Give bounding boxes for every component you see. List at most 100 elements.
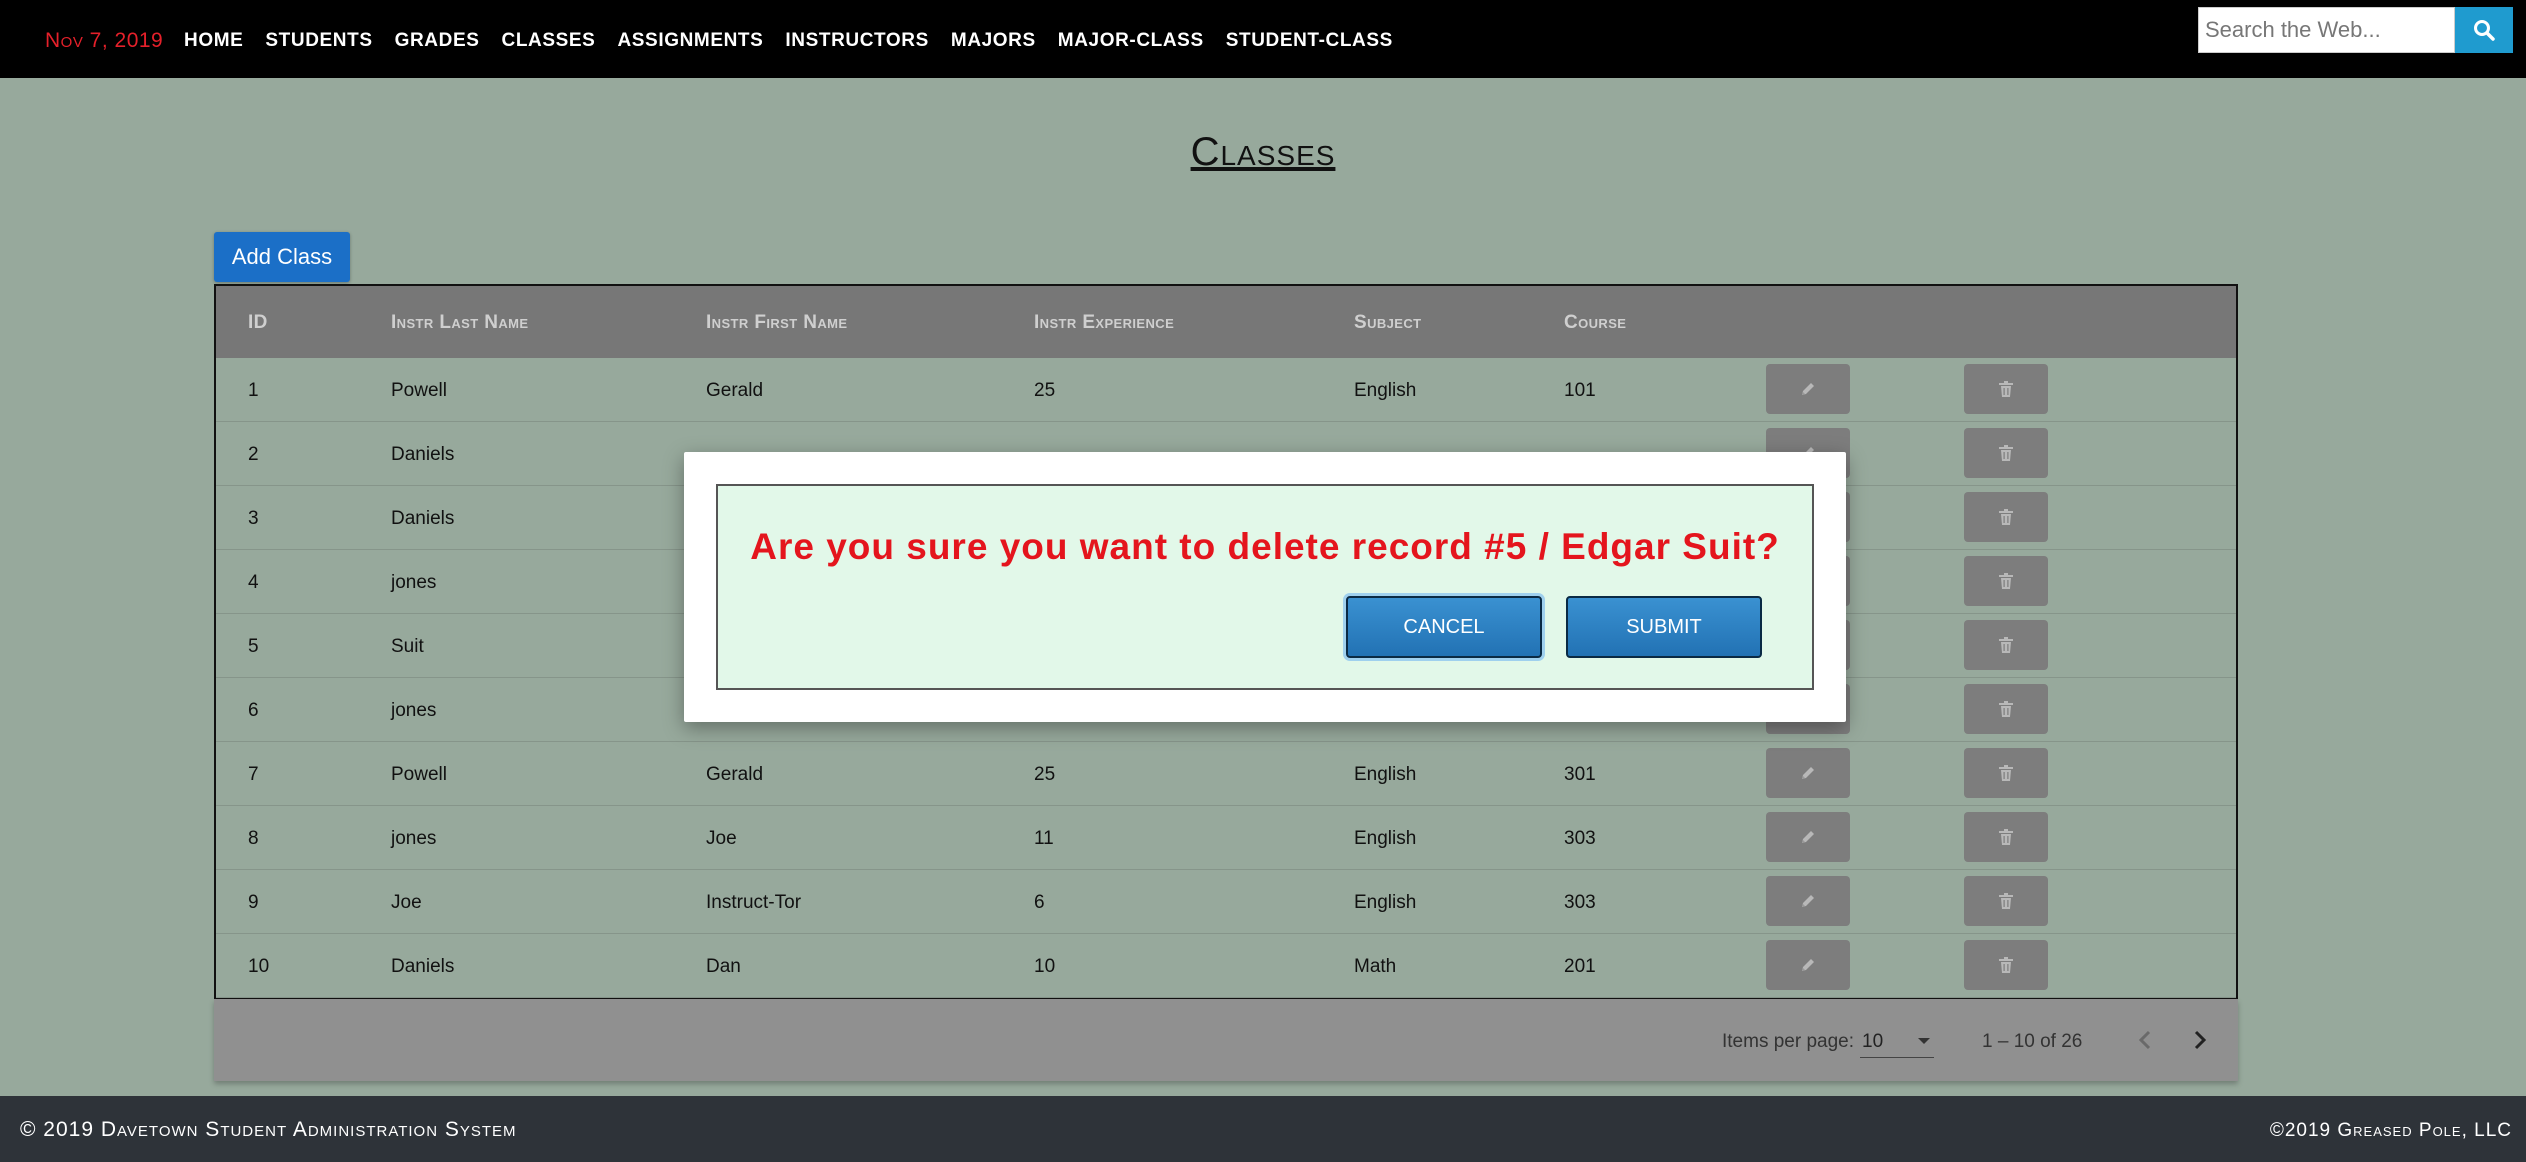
- header-instr-experience[interactable]: Instr Experience: [1034, 312, 1174, 334]
- cell-instr-last-name: jones: [391, 828, 437, 849]
- items-per-page-label: Items per page:: [1722, 1031, 1855, 1052]
- cell-instr-experience: 6: [1034, 892, 1045, 913]
- nav-date: Nov 7, 2019: [45, 29, 164, 52]
- pencil-icon: [1802, 959, 1814, 971]
- edit-button[interactable]: [1766, 940, 1850, 990]
- nav-link-major-class[interactable]: MAJOR-CLASS: [1058, 30, 1204, 52]
- edit-button[interactable]: [1766, 364, 1850, 414]
- paginator: Items per page: 10 1 – 10 of 26: [214, 999, 2238, 1081]
- cell-id: 7: [248, 764, 259, 785]
- trash-icon: [1999, 381, 2013, 397]
- cell-id: 3: [248, 508, 259, 529]
- edit-button[interactable]: [1766, 812, 1850, 862]
- nav-link-instructors[interactable]: INSTRUCTORS: [785, 30, 928, 52]
- header-instr-first-name[interactable]: Instr First Name: [706, 312, 847, 334]
- delete-button[interactable]: [1964, 428, 2048, 478]
- delete-button[interactable]: [1964, 556, 2048, 606]
- search-button[interactable]: [2455, 7, 2513, 53]
- trash-icon: [1999, 573, 2013, 589]
- cell-instr-last-name: Suit: [391, 636, 424, 657]
- table-row: 7 Powell Gerald 25 English 301: [216, 742, 2236, 806]
- delete-confirm-dialog: Are you sure you want to delete record #…: [684, 452, 1846, 722]
- cell-instr-experience: 25: [1034, 380, 1056, 401]
- cell-id: 4: [248, 572, 259, 593]
- cell-id: 9: [248, 892, 259, 913]
- cell-instr-last-name: Powell: [391, 764, 447, 785]
- delete-button[interactable]: [1964, 876, 2048, 926]
- nav-link-assignments[interactable]: ASSIGNMENTS: [617, 30, 763, 52]
- delete-button[interactable]: [1964, 940, 2048, 990]
- trash-icon: [1999, 893, 2013, 909]
- table-row: 1 Powell Gerald 25 English 101: [216, 358, 2236, 422]
- trash-icon: [1999, 701, 2013, 717]
- delete-button[interactable]: [1964, 492, 2048, 542]
- delete-button[interactable]: [1964, 748, 2048, 798]
- cell-subject: English: [1354, 828, 1417, 849]
- cancel-button[interactable]: CANCEL: [1346, 596, 1542, 658]
- cell-instr-last-name: jones: [391, 700, 437, 721]
- pencil-icon: [1802, 767, 1814, 779]
- cell-course: 303: [1564, 828, 1596, 849]
- nav-link-students[interactable]: STUDENTS: [265, 30, 372, 52]
- table-header: ID Instr Last Name Instr First Name Inst…: [216, 286, 2236, 358]
- add-class-button[interactable]: Add Class: [214, 232, 350, 282]
- edit-button[interactable]: [1766, 748, 1850, 798]
- cell-instr-first-name: Gerald: [706, 380, 764, 401]
- cell-instr-last-name: Joe: [391, 892, 422, 913]
- cell-instr-last-name: Daniels: [391, 956, 455, 977]
- trash-icon: [1999, 829, 2013, 845]
- edit-button[interactable]: [1766, 876, 1850, 926]
- chevron-down-icon: [1918, 1038, 1930, 1044]
- cell-id: 5: [248, 636, 259, 657]
- delete-button[interactable]: [1964, 620, 2048, 670]
- submit-button[interactable]: SUBMIT: [1566, 596, 1762, 658]
- pencil-icon: [1802, 831, 1814, 843]
- previous-page-button[interactable]: [2128, 1023, 2162, 1057]
- cell-instr-last-name: Daniels: [391, 444, 455, 465]
- next-page-button[interactable]: [2183, 1023, 2217, 1057]
- cell-instr-first-name: Dan: [706, 956, 741, 977]
- cell-instr-last-name: Powell: [391, 380, 447, 401]
- items-per-page-value: 10: [1862, 1031, 1884, 1052]
- cell-subject: English: [1354, 764, 1417, 785]
- trash-icon: [1999, 957, 2013, 973]
- delete-button[interactable]: [1964, 684, 2048, 734]
- cell-subject: English: [1354, 380, 1417, 401]
- page-title: Classes: [1190, 130, 1336, 174]
- cell-subject: English: [1354, 892, 1417, 913]
- nav-link-student-class[interactable]: STUDENT-CLASS: [1226, 30, 1393, 52]
- pencil-icon: [1802, 383, 1814, 395]
- page-range: 1 – 10 of 26: [1982, 1031, 2083, 1052]
- table-row: 10 Daniels Dan 10 Math 201: [216, 934, 2236, 998]
- nav-links: HOME STUDENTS GRADES CLASSES ASSIGNMENTS…: [184, 30, 1415, 52]
- cell-id: 2: [248, 444, 259, 465]
- cell-course: 303: [1564, 892, 1596, 913]
- header-id[interactable]: ID: [248, 312, 268, 334]
- chevron-right-icon: [2194, 1030, 2207, 1050]
- header-subject[interactable]: Subject: [1354, 312, 1421, 334]
- trash-icon: [1999, 765, 2013, 781]
- nav-link-classes[interactable]: CLASSES: [502, 30, 596, 52]
- nav-link-majors[interactable]: MAJORS: [951, 30, 1036, 52]
- table-row: 9 Joe Instruct-Tor 6 English 303: [216, 870, 2236, 934]
- cell-id: 10: [248, 956, 270, 977]
- search-form: [2198, 7, 2513, 53]
- footer: © 2019 Davetown Student Administration S…: [0, 1096, 2526, 1162]
- nav-link-home[interactable]: HOME: [184, 30, 243, 52]
- search-input[interactable]: [2198, 7, 2455, 53]
- cell-instr-last-name: Daniels: [391, 508, 455, 529]
- trash-icon: [1999, 445, 2013, 461]
- nav-link-grades[interactable]: GRADES: [395, 30, 480, 52]
- cell-instr-first-name: Gerald: [706, 764, 764, 785]
- cell-instr-first-name: Joe: [706, 828, 737, 849]
- cell-course: 201: [1564, 956, 1596, 977]
- header-instr-last-name[interactable]: Instr Last Name: [391, 312, 528, 334]
- cell-course: 101: [1564, 380, 1596, 401]
- delete-button[interactable]: [1964, 812, 2048, 862]
- delete-button[interactable]: [1964, 364, 2048, 414]
- search-icon: [2474, 20, 2495, 41]
- items-per-page-select[interactable]: 10: [1860, 1025, 1934, 1058]
- header-course[interactable]: Course: [1564, 312, 1626, 334]
- cell-course: 301: [1564, 764, 1596, 785]
- cell-instr-first-name: Instruct-Tor: [706, 892, 802, 913]
